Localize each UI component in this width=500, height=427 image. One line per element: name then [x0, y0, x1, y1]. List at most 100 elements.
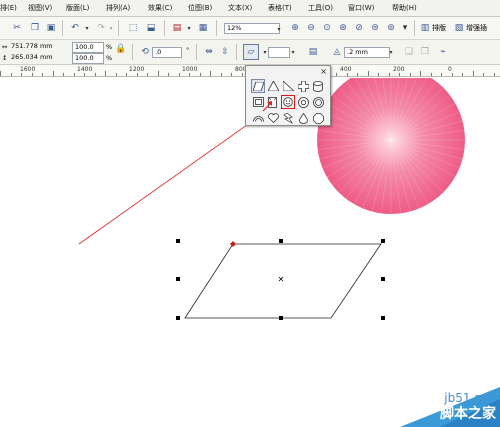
- drawing-canvas[interactable]: jb51.net 脚本之家: [0, 78, 500, 427]
- zoom-width-icon[interactable]: ⊜: [368, 21, 382, 35]
- chevron-down-icon[interactable]: ▾: [182, 21, 196, 35]
- ruler-tick: [210, 71, 211, 76]
- donut-icon[interactable]: [296, 95, 310, 109]
- width-field[interactable]: 751.778 mm: [9, 42, 65, 53]
- ruler-tick: [357, 73, 358, 76]
- property-bar: ↔ 751.778 mm ↕ 265.034 mm 100.0 100.0 % …: [0, 40, 500, 65]
- triangle-icon[interactable]: [266, 79, 280, 93]
- right-triangle-icon[interactable]: [281, 79, 295, 93]
- menu-help[interactable]: 帮助(H): [392, 3, 417, 13]
- pan-icon[interactable]: ▾: [398, 21, 412, 35]
- menu-tools[interactable]: 工具(O): [308, 3, 333, 13]
- ruler-tick: [137, 73, 138, 76]
- zoom-height-icon[interactable]: ⊚: [384, 21, 398, 35]
- separator: [216, 20, 217, 36]
- zoom-selected-icon[interactable]: ⊙: [320, 21, 334, 35]
- menu-window[interactable]: 窗口(W): [348, 3, 374, 13]
- ruler-tick: [179, 73, 180, 76]
- menu-edit[interactable]: 排(E): [0, 3, 17, 13]
- ruler-tick: [147, 73, 148, 76]
- wrap-text-icon[interactable]: ▤: [306, 45, 320, 59]
- menu-effects[interactable]: 效果(C): [148, 3, 172, 13]
- enhance-button[interactable]: 增强插: [466, 23, 487, 33]
- lightning-icon[interactable]: [281, 111, 295, 125]
- drop-icon[interactable]: [296, 111, 310, 125]
- menu-bitmap[interactable]: 位图(B): [188, 3, 212, 13]
- ruler-tick: [378, 73, 379, 76]
- cut-icon[interactable]: ✂: [10, 21, 24, 35]
- cross-icon[interactable]: [296, 79, 310, 93]
- mirror-vertical-icon[interactable]: ⇳: [218, 45, 232, 59]
- enhance-icon[interactable]: ▧: [452, 21, 466, 35]
- ruler-tick: [483, 73, 484, 76]
- to-front-icon[interactable]: ❏: [402, 45, 416, 59]
- ruler-tick: [0, 71, 1, 76]
- menu-arrange[interactable]: 排列(A): [106, 3, 130, 13]
- ruler-label: 400: [340, 66, 352, 73]
- copy-icon[interactable]: ❐: [28, 21, 42, 35]
- welcome-screen-icon[interactable]: ▦: [196, 21, 210, 35]
- chevron-down-icon[interactable]: ▾: [286, 45, 300, 59]
- selection-handle[interactable]: [176, 316, 180, 320]
- rotate-icon[interactable]: ⟲: [138, 45, 152, 59]
- convert-to-curves-icon[interactable]: ⌁: [436, 45, 450, 59]
- parallelogram-icon[interactable]: [251, 79, 265, 93]
- close-icon[interactable]: ×: [320, 67, 327, 76]
- menu-layout[interactable]: 版面(L): [66, 3, 89, 13]
- ruler-label: 200: [393, 66, 405, 73]
- no-symbol-icon[interactable]: [311, 95, 325, 109]
- smiley-icon[interactable]: [281, 95, 295, 109]
- ruler-tick: [462, 73, 463, 76]
- ruler-tick: [200, 73, 201, 76]
- menu-table[interactable]: 表格(T): [268, 3, 292, 13]
- selection-handle[interactable]: [176, 239, 180, 243]
- menu-text[interactable]: 文本(X): [228, 3, 252, 13]
- heart-icon[interactable]: [266, 111, 280, 125]
- octagon-icon[interactable]: [311, 111, 325, 125]
- menu-view[interactable]: 视图(V): [28, 3, 52, 13]
- ruler-tick: [368, 71, 369, 76]
- outline-pen-icon[interactable]: ◬: [330, 45, 344, 59]
- rotation-field[interactable]: .0: [152, 47, 182, 58]
- to-back-icon[interactable]: ❐: [418, 45, 432, 59]
- zoom-in-icon[interactable]: ⊕: [288, 21, 302, 35]
- glyph-node-handle[interactable]: [230, 241, 236, 247]
- separator: [62, 20, 63, 36]
- chevron-down-icon[interactable]: ▾: [272, 22, 286, 36]
- import-icon[interactable]: ⬚: [126, 21, 140, 35]
- arrange-button[interactable]: 排版: [432, 23, 446, 33]
- ruler-tick: [494, 73, 495, 76]
- zoom-page-icon[interactable]: ⊘: [352, 21, 366, 35]
- selection-handle[interactable]: [381, 277, 385, 281]
- arrange-icon[interactable]: ▥: [418, 21, 432, 35]
- ruler-label: 1600: [20, 66, 36, 73]
- selection-handle[interactable]: [381, 316, 385, 320]
- height-field[interactable]: 265.034 mm: [9, 53, 65, 64]
- scale-x-field[interactable]: 100.0: [72, 42, 104, 53]
- selection-handle[interactable]: [176, 277, 180, 281]
- ruler-tick: [158, 71, 159, 76]
- ruler-tick: [21, 73, 22, 76]
- chevron-down-icon[interactable]: ▾: [104, 21, 118, 35]
- ruler-label: 1400: [77, 66, 93, 73]
- paste-icon[interactable]: ▣: [44, 21, 58, 35]
- chevron-down-icon[interactable]: ▾: [80, 21, 94, 35]
- ruler-tick: [410, 73, 411, 76]
- zoom-all-icon[interactable]: ⊛: [336, 21, 350, 35]
- ruler-tick: [84, 73, 85, 76]
- selection-handle[interactable]: [279, 239, 283, 243]
- export-icon[interactable]: ⬓: [144, 21, 158, 35]
- basic-shapes-icon[interactable]: ▱: [243, 44, 259, 60]
- ruler-tick: [336, 73, 337, 76]
- arc-icon[interactable]: [251, 111, 265, 125]
- cylinder-icon[interactable]: [311, 79, 325, 93]
- chevron-down-icon[interactable]: ▾: [384, 45, 398, 59]
- ruler-tick: [168, 73, 169, 76]
- selection-handle[interactable]: [381, 239, 385, 243]
- selection-handle[interactable]: [279, 316, 283, 320]
- lock-ratio-icon[interactable]: 🔒: [114, 42, 128, 56]
- scale-y-field[interactable]: 100.0: [72, 53, 104, 64]
- zoom-out-icon[interactable]: ⊖: [304, 21, 318, 35]
- mirror-horizontal-icon[interactable]: ⇹: [202, 45, 216, 59]
- ruler-tick: [189, 73, 190, 76]
